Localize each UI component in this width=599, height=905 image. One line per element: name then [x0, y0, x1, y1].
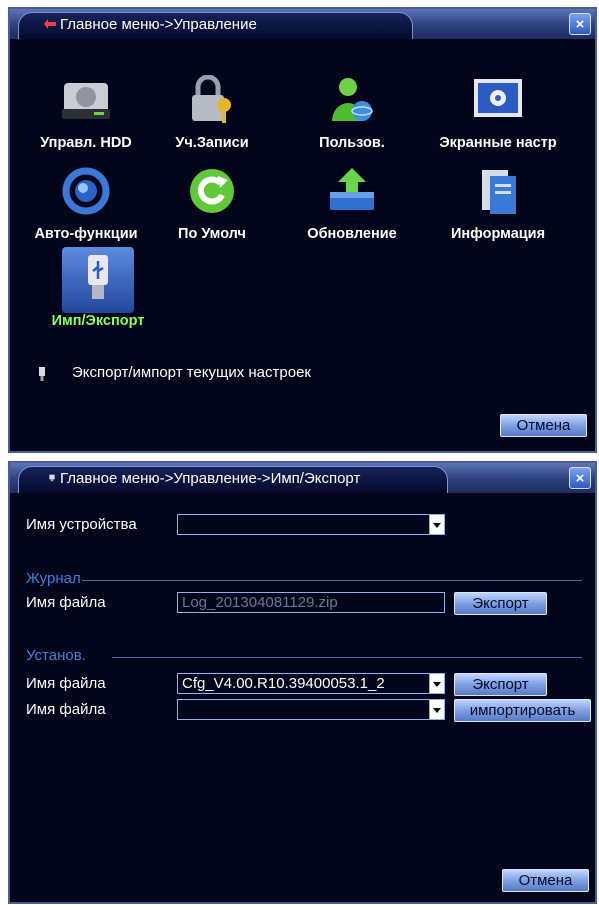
import-export-label: Имп/Экспорт	[51, 313, 145, 329]
cancel-button[interactable]: Отмена	[500, 414, 587, 437]
import-export-tile[interactable]: Имп/Экспорт	[33, 253, 163, 329]
usb-stick-icon	[49, 474, 55, 482]
upgrade-label: Обновление	[307, 226, 397, 242]
users-tile[interactable]: Пользов.	[287, 75, 417, 151]
hint-text: Экспорт/импорт текущих настроек	[72, 364, 311, 381]
hdd-icon	[62, 83, 110, 119]
log-filename-field: Log_201304081129.zip	[177, 592, 445, 613]
usb-icon	[88, 255, 108, 299]
upgrade-icon	[330, 168, 374, 210]
upgrade-tile[interactable]: Обновление	[287, 166, 417, 242]
cancel-button[interactable]: Отмена	[502, 869, 589, 892]
config-section-title: Установ.	[26, 647, 86, 664]
window-title: Главное меню->Управление->Имп/Экспорт	[60, 470, 361, 487]
import-filename-select[interactable]	[177, 699, 445, 720]
lock-key-icon	[192, 74, 231, 123]
users-icon	[332, 78, 373, 121]
auto-functions-label: Авто-функции	[34, 226, 138, 242]
close-icon[interactable]: ×	[569, 467, 591, 489]
config-filename-label: Имя файла	[26, 675, 106, 692]
config-section-divider	[112, 657, 582, 658]
chevron-down-icon[interactable]	[429, 674, 444, 693]
config-export-button[interactable]: Экспорт	[454, 673, 547, 696]
config-filename-value: Cfg_V4.00.R10.39400053.1_2	[182, 675, 385, 692]
window-title: Главное меню->Управление	[60, 16, 257, 33]
management-menu-window: Главное меню->Управление × Управл. HDD У…	[8, 7, 597, 453]
log-export-button[interactable]: Экспорт	[454, 592, 547, 615]
display-settings-tile[interactable]: Экранные настр	[433, 75, 563, 151]
close-icon[interactable]: ×	[569, 13, 591, 35]
information-tile[interactable]: Информация	[433, 166, 563, 242]
usb-stick-icon	[39, 367, 45, 381]
import-export-window: Главное меню->Управление->Имп/Экспорт × …	[8, 461, 597, 904]
record-settings-tile[interactable]: Уч.Записи	[147, 74, 277, 151]
hdd-management-tile[interactable]: Управл. HDD	[21, 75, 151, 151]
log-filename-value: Log_201304081129.zip	[182, 594, 338, 611]
log-filename-label: Имя файла	[26, 594, 106, 611]
record-settings-label: Уч.Записи	[175, 135, 249, 151]
info-icon	[482, 170, 516, 214]
information-label: Информация	[450, 226, 546, 242]
config-filename-select[interactable]: Cfg_V4.00.R10.39400053.1_2	[177, 673, 445, 694]
import-button[interactable]: импортировать	[454, 699, 591, 722]
users-label: Пользов.	[319, 135, 385, 151]
defaults-label: По Умолч	[178, 226, 246, 242]
title-bar: Главное меню->Управление ×	[10, 9, 595, 39]
device-name-label: Имя устройства	[26, 516, 137, 533]
import-filename-label: Имя файла	[26, 701, 106, 718]
defaults-tile[interactable]: По Умолч	[147, 166, 277, 242]
hdd-management-label: Управл. HDD	[40, 135, 132, 151]
menu-arrow-icon	[44, 19, 56, 29]
chevron-down-icon[interactable]	[429, 515, 444, 534]
log-section-divider	[82, 580, 582, 581]
chevron-down-icon[interactable]	[429, 700, 444, 719]
display-settings-label: Экранные настр	[439, 135, 557, 151]
monitor-settings-icon	[474, 79, 522, 117]
title-bar: Главное меню->Управление->Имп/Экспорт ×	[10, 463, 595, 493]
log-section-title: Журнал	[26, 570, 81, 587]
auto-functions-tile[interactable]: Авто-функции	[21, 166, 151, 242]
device-name-select[interactable]	[177, 514, 445, 535]
reset-icon	[190, 169, 234, 213]
auto-cycle-icon	[62, 167, 110, 215]
